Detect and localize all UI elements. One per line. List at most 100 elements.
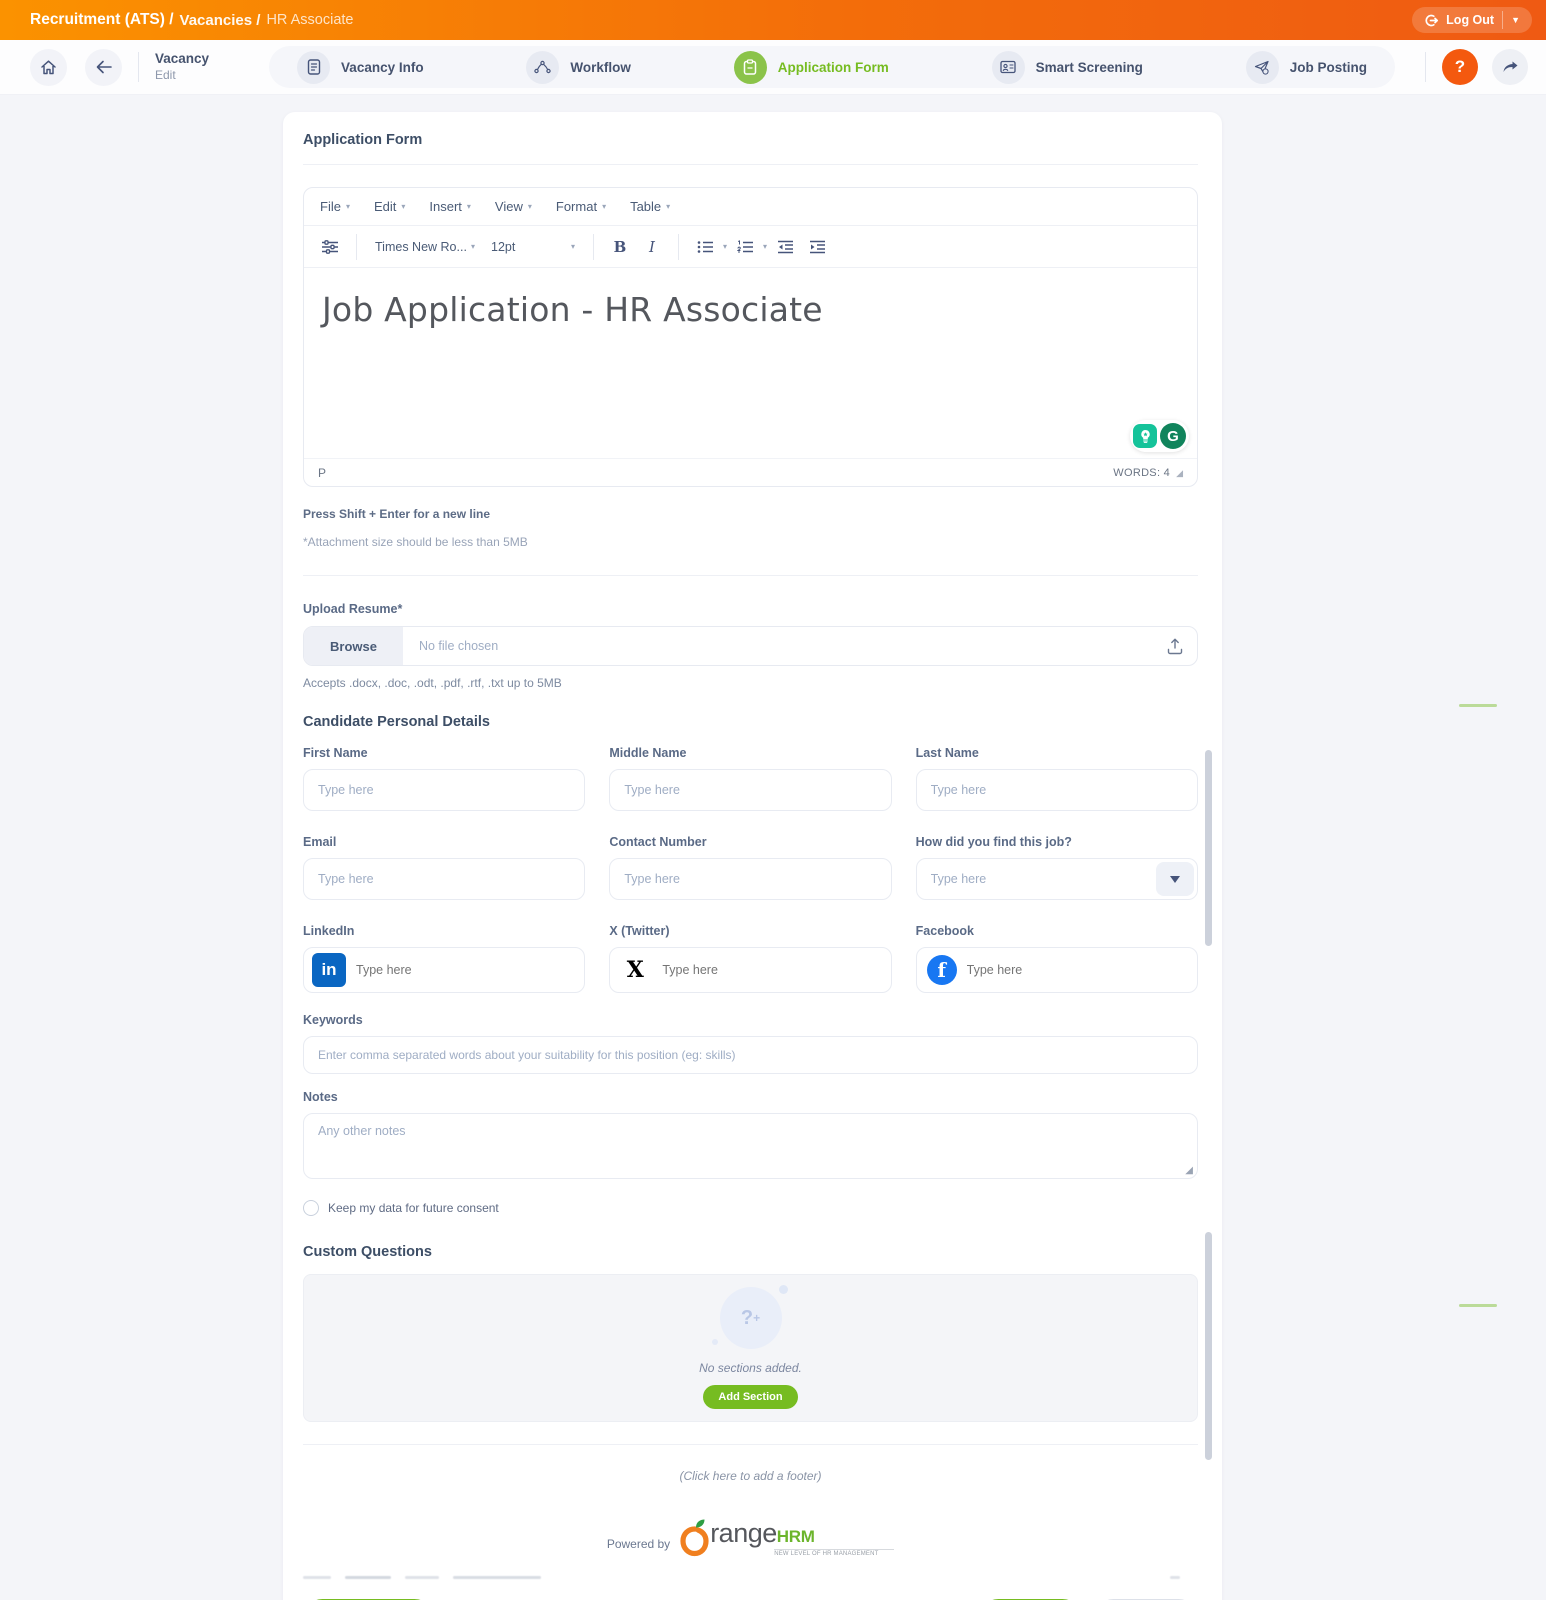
resume-file-input[interactable]: Browse No file chosen (303, 626, 1198, 666)
step-label: Smart Screening (1035, 59, 1143, 75)
field-label: Middle Name (609, 746, 687, 760)
facebook-input[interactable] (956, 963, 1191, 977)
step-smart-screening[interactable]: Smart Screening (991, 50, 1143, 84)
powered-by-row: Powered by rangeHRM NEW LEVEL OF HR MANA… (303, 1517, 1198, 1557)
orangehrm-logo: rangeHRM NEW LEVEL OF HR MANAGEMENT (678, 1517, 895, 1557)
nav-divider (138, 52, 139, 82)
twitter-input[interactable] (652, 963, 885, 977)
chevron-down-icon: ▾ (570, 242, 575, 251)
chevron-down-icon: ▾ (602, 202, 607, 211)
vacancy-title: Vacancy (155, 51, 210, 67)
facebook-icon: f (926, 955, 957, 985)
consent-label: Keep my data for future consent (328, 1201, 499, 1215)
toolbar-separator (593, 233, 594, 260)
resize-grip-icon[interactable]: ◢ (1176, 468, 1183, 479)
rich-text-editor: File ▾ Edit ▾ Insert ▾ View ▾ Format ▾ Table ▾… (303, 187, 1198, 487)
decor-dot (711, 1339, 718, 1345)
word-count[interactable]: WORDS: 4 (1113, 467, 1170, 479)
menu-view[interactable]: View ▾ (495, 199, 532, 214)
first-name-input[interactable] (303, 769, 586, 811)
formatting-options-icon[interactable] (316, 232, 344, 262)
share-arrow-icon (1502, 60, 1519, 74)
home-button[interactable] (30, 48, 67, 86)
back-arrow-icon (96, 60, 112, 74)
linkedin-input[interactable] (346, 963, 579, 977)
email-input[interactable] (303, 858, 586, 900)
help-button[interactable]: ? (1442, 49, 1478, 85)
facebook-input-group: f (915, 947, 1198, 993)
menu-edit[interactable]: Edit ▾ (374, 199, 405, 214)
clipboard-icon (733, 50, 767, 84)
brand-tagline: NEW LEVEL OF HR MANAGEMENT (774, 1549, 895, 1557)
outdent-icon[interactable] (771, 232, 799, 262)
italic-button[interactable]: I (638, 232, 666, 262)
menu-file[interactable]: File ▾ (320, 199, 350, 214)
logout-label: Log Out (1446, 13, 1495, 27)
notes-textarea[interactable] (303, 1113, 1198, 1179)
clipped-fragment (303, 1575, 331, 1579)
question-mark-icon: ? (1454, 57, 1466, 76)
step-vacancy-info[interactable]: Vacancy Info (297, 50, 424, 84)
grammarly-widget[interactable]: G (1130, 420, 1189, 452)
field-label: X (Twitter) (609, 924, 670, 938)
application-form-card: Application Form File ▾ Edit ▾ Insert ▾ Vie… (283, 112, 1222, 1600)
element-path[interactable]: P (318, 466, 326, 480)
no-sections-text: No sections added. (699, 1361, 802, 1375)
logout-icon (1424, 13, 1439, 28)
personal-details-heading: Candidate Personal Details (303, 714, 490, 730)
bullet-list-icon[interactable] (691, 232, 719, 262)
chevron-down-icon: ▾ (527, 202, 532, 211)
empty-questions-illustration: ? + (711, 1285, 788, 1349)
back-button[interactable] (85, 48, 122, 86)
font-size-select[interactable]: 12pt ▾ (485, 240, 581, 254)
top-header-bar: Recruitment (ATS) / Vacancies / HR Assoc… (0, 0, 1546, 40)
bold-button[interactable]: B (606, 232, 634, 262)
nav-right-controls: ? (1442, 49, 1528, 85)
inner-scrollbar-thumb[interactable] (1205, 750, 1212, 946)
middle-name-input[interactable] (609, 769, 892, 811)
chevron-down-icon[interactable]: ▾ (763, 242, 767, 251)
id-card-icon (991, 50, 1025, 84)
upload-icon[interactable] (1167, 638, 1183, 655)
step-job-posting[interactable]: Job Posting (1245, 50, 1367, 84)
menu-insert[interactable]: Insert ▾ (429, 199, 471, 214)
editor-content-area[interactable]: Job Application - HR Associate G (304, 268, 1197, 458)
editor-statusbar: P WORDS: 4 ◢ (304, 458, 1197, 486)
editor-toolbar: Times New Ro... ▾ 12pt ▾ B I ▾ ▾ (304, 226, 1197, 268)
contact-number-input[interactable] (609, 858, 892, 900)
footer-divider (303, 1444, 1198, 1445)
breadcrumb-module[interactable]: Recruitment (ATS) / (30, 11, 174, 29)
menu-format[interactable]: Format ▾ (556, 199, 606, 214)
step-workflow[interactable]: Workflow (526, 50, 631, 84)
custom-questions-panel: ? + No sections added. Add Section (303, 1274, 1198, 1422)
orangehrm-o-icon (678, 1517, 710, 1557)
vacancy-subtitle: Edit (155, 67, 176, 82)
field-label: How did you find this job? (915, 835, 1072, 849)
last-name-input[interactable] (915, 769, 1198, 811)
chevron-down-icon[interactable]: ▾ (723, 242, 727, 251)
logout-caret-icon[interactable]: ▼ (1511, 15, 1524, 25)
breadcrumb-section[interactable]: Vacancies / (180, 12, 261, 29)
add-section-button[interactable]: Add Section (703, 1385, 798, 1409)
edge-highlight-mark (1459, 704, 1497, 707)
breadcrumb-page: HR Associate (266, 12, 354, 28)
dropdown-button[interactable] (1156, 862, 1194, 896)
logout-button[interactable]: Log Out ▼ (1412, 7, 1532, 33)
editor-document-title[interactable]: Job Application - HR Associate (322, 290, 1179, 329)
numbered-list-icon[interactable] (731, 232, 759, 262)
indent-icon[interactable] (803, 232, 831, 262)
share-button[interactable] (1492, 49, 1528, 85)
step-application-form[interactable]: Application Form (733, 50, 889, 84)
inner-scrollbar-thumb[interactable] (1205, 1232, 1212, 1460)
consent-checkbox[interactable] (303, 1200, 319, 1216)
keywords-input[interactable] (303, 1036, 1198, 1074)
linkedin-input-group: in (303, 947, 586, 993)
browse-button[interactable]: Browse (304, 627, 403, 665)
vacancy-title-block: Vacancy Edit (155, 51, 209, 83)
chevron-down-icon: ▾ (345, 202, 350, 211)
add-footer-placeholder[interactable]: (Click here to add a footer) (303, 1469, 1198, 1483)
menu-table[interactable]: Table ▾ (630, 199, 670, 214)
heading-divider (303, 164, 1198, 165)
step-label: Workflow (570, 59, 631, 75)
font-family-select[interactable]: Times New Ro... ▾ (369, 240, 481, 254)
